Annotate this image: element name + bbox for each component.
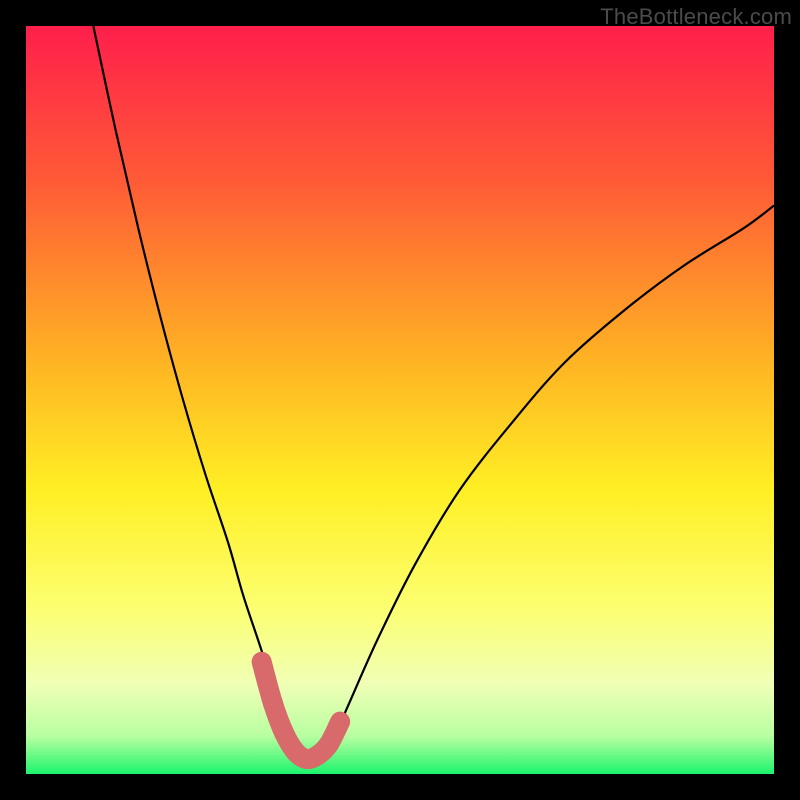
highlight-marker [253,653,271,671]
plot-area [26,26,774,774]
highlight-marker [333,715,347,729]
watermark-text: TheBottleneck.com [600,4,792,30]
bottleneck-curve [93,26,774,760]
chart-frame: TheBottleneck.com [0,0,800,800]
chart-svg [26,26,774,774]
highlight-marker [319,734,339,754]
highlight-marker [274,723,294,743]
highlight-marker [263,693,283,713]
